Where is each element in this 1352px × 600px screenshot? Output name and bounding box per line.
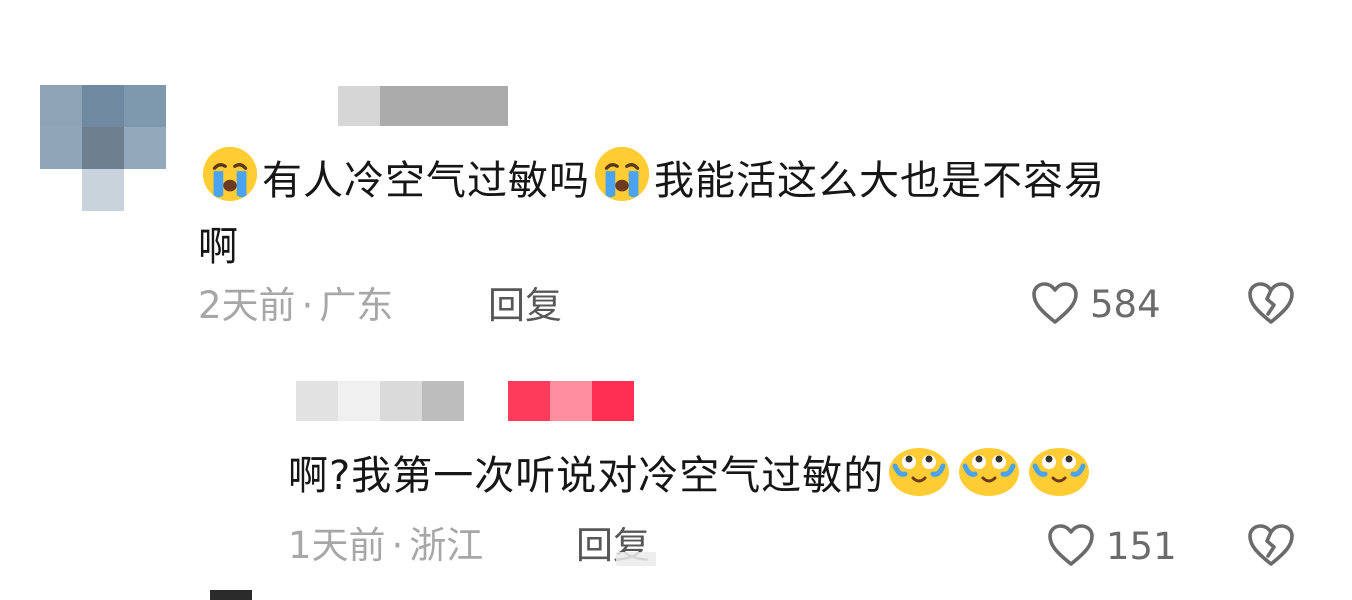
redaction-overlay — [616, 552, 656, 566]
reply-button[interactable]: 回复 — [488, 284, 562, 328]
comment-time: 2天前 — [198, 284, 296, 327]
face-with-tears-of-joy-icon — [1027, 442, 1091, 514]
loudly-crying-face-icon — [201, 145, 259, 219]
meta-separator: · — [391, 524, 404, 567]
reply-body: 啊?我第一次听说对冷空气过敏的 — [288, 442, 1288, 514]
reply-username[interactable] — [296, 381, 464, 421]
username[interactable] — [338, 86, 508, 126]
meta-separator: · — [301, 284, 314, 327]
like-count: 151 — [1106, 525, 1177, 568]
broken-heart-icon — [1246, 282, 1296, 330]
loudly-crying-face-icon — [593, 145, 651, 219]
reply-time: 1天前 — [288, 524, 386, 567]
face-with-tears-of-joy-icon — [957, 442, 1021, 514]
dislike-button[interactable] — [1246, 280, 1296, 330]
comment-text-part1: 有人冷空气过敏吗 — [262, 158, 590, 204]
comment-location: 广东 — [319, 284, 394, 327]
dislike-button[interactable] — [1246, 522, 1296, 572]
avatar[interactable] — [40, 85, 168, 211]
reply-badge — [508, 381, 634, 421]
like-button[interactable]: 151 — [1046, 522, 1177, 572]
heart-outline-icon — [1046, 522, 1096, 572]
like-count: 584 — [1090, 283, 1161, 326]
reply-location: 浙江 — [409, 524, 484, 567]
face-with-tears-of-joy-icon — [887, 442, 951, 514]
comment-text-part2: 我能活这么大也是不容易 — [654, 158, 1105, 204]
comment-thread: 有人冷空气过敏吗 我能活这么大也是不容易啊 2天前 · 广东 回复 584 啊?… — [0, 0, 1352, 600]
comment-meta: 2天前 · 广东 — [198, 284, 393, 328]
comment-text-part3: 啊 — [198, 224, 239, 270]
reply-text: 啊?我第一次听说对冷空气过敏的 — [288, 453, 885, 499]
like-button[interactable]: 584 — [1030, 280, 1161, 330]
heart-outline-icon — [1030, 280, 1080, 330]
next-avatar-edge — [210, 590, 252, 600]
comment-body: 有人冷空气过敏吗 我能活这么大也是不容易啊 — [198, 145, 1298, 276]
reply-meta: 1天前 · 浙江 — [288, 524, 483, 568]
broken-heart-icon — [1246, 524, 1296, 572]
